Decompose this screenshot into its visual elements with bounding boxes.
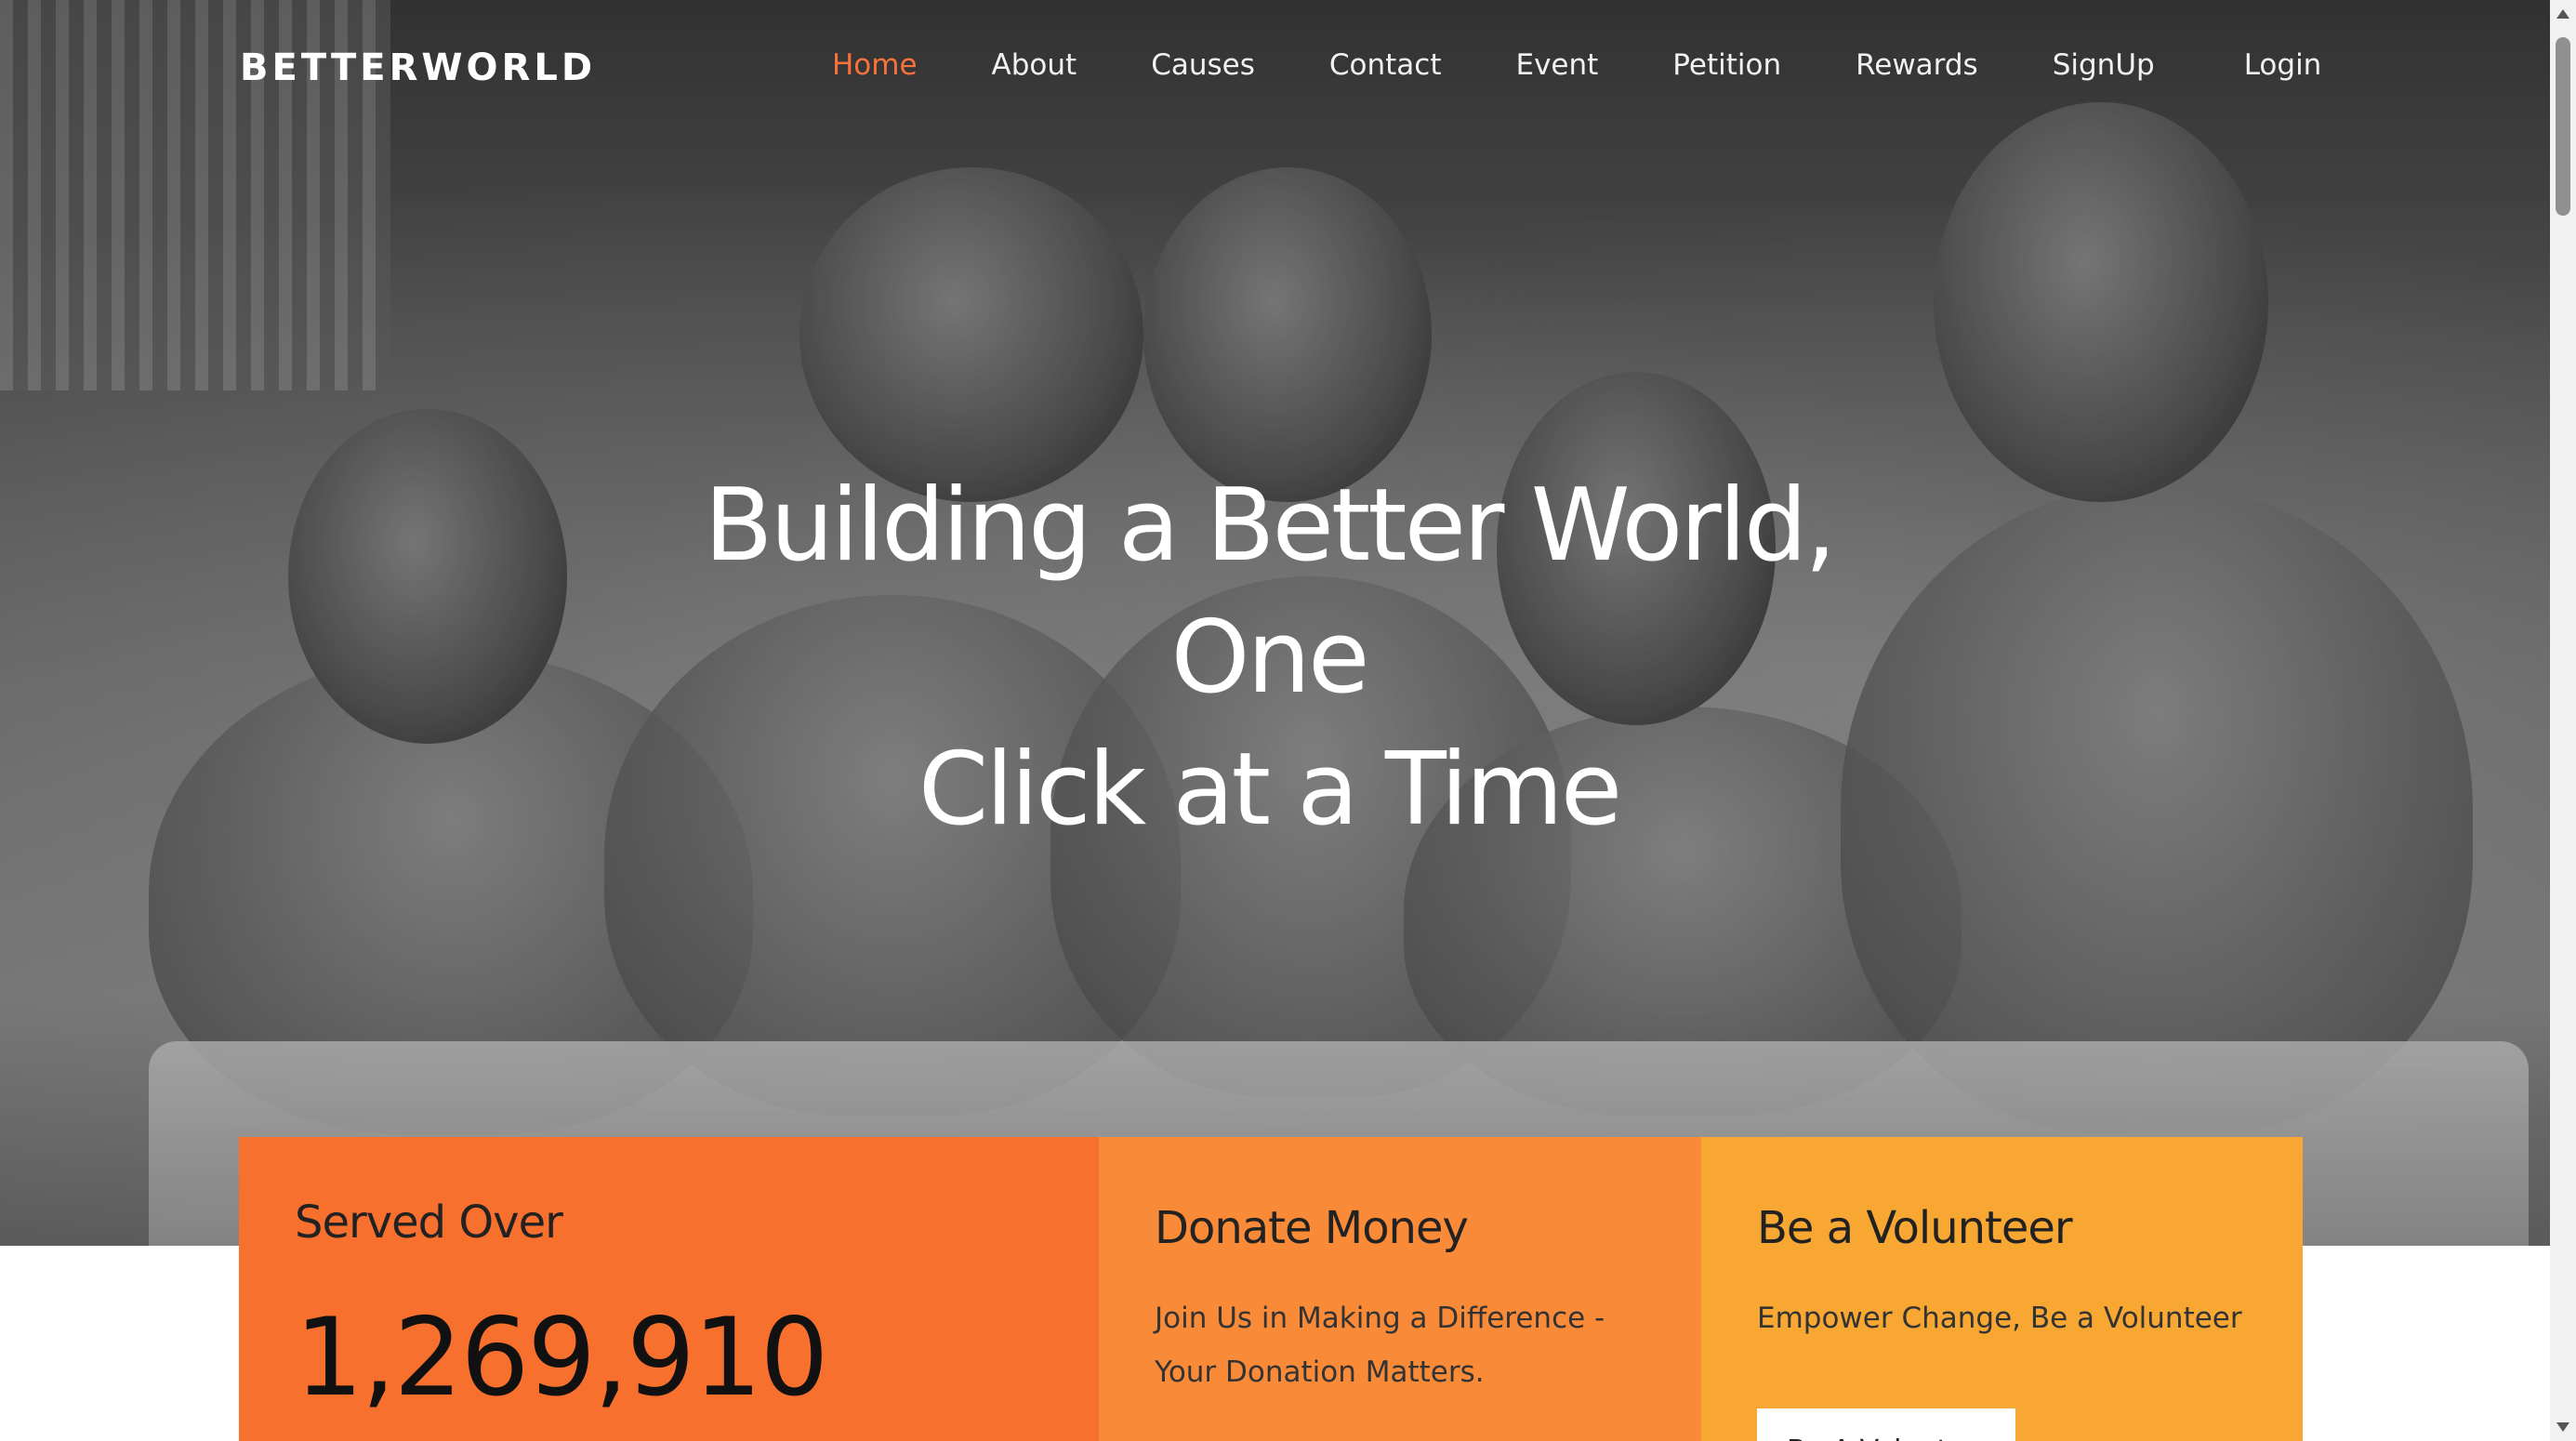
hero-title-line-1: Building a Better World, One	[704, 468, 1836, 716]
scroll-up-arrow-icon[interactable]	[2556, 9, 2569, 19]
nav-home[interactable]: Home	[832, 48, 918, 82]
nav-contact[interactable]: Contact	[1329, 48, 1442, 82]
nav-rewards[interactable]: Rewards	[1856, 48, 1978, 82]
feature-cards: Served Over 1,269,910 Donate Money Join …	[239, 1137, 2303, 1441]
hero-banner: Building a Better World, One Click at a …	[0, 0, 2550, 1246]
nav-about[interactable]: About	[992, 48, 1077, 82]
volunteer-card[interactable]: Be a Volunteer Empower Change, Be a Volu…	[1701, 1137, 2303, 1441]
nav-login[interactable]: Login	[2244, 48, 2322, 82]
home-page: Building a Better World, One Click at a …	[0, 0, 2576, 1441]
nav-causes[interactable]: Causes	[1151, 48, 1255, 82]
nav-signup[interactable]: SignUp	[2053, 48, 2155, 82]
nav-links: Home About Causes Contact Event Petition…	[832, 48, 2396, 82]
volunteer-card-text: Empower Change, Be a Volunteer	[1757, 1302, 2242, 1335]
scrollbar-thumb[interactable]	[2556, 37, 2570, 216]
served-card: Served Over 1,269,910	[239, 1137, 1099, 1441]
donate-card[interactable]: Donate Money Join Us in Making a Differe…	[1099, 1137, 1701, 1441]
hero-title-line-2: Click at a Time	[918, 732, 1622, 848]
served-counter: 1,269,910	[295, 1295, 828, 1421]
brand-logo[interactable]: BETTERWORLD	[240, 46, 596, 89]
donate-card-title: Donate Money	[1155, 1202, 1469, 1254]
be-a-volunteer-button[interactable]: Be A Volunteer	[1757, 1408, 2015, 1441]
hero-title: Building a Better World, One Click at a …	[595, 460, 1943, 856]
nav-event[interactable]: Event	[1515, 48, 1598, 82]
scroll-down-arrow-icon[interactable]	[2556, 1422, 2569, 1432]
page-scrollbar[interactable]	[2550, 0, 2576, 1441]
donate-card-text: Join Us in Making a Difference - Your Do…	[1155, 1302, 1605, 1389]
nav-petition[interactable]: Petition	[1672, 48, 1781, 82]
volunteer-card-title: Be a Volunteer	[1757, 1202, 2073, 1254]
top-navigation: BETTERWORLD Home About Causes Contact Ev…	[0, 0, 2550, 139]
served-card-title: Served Over	[295, 1196, 563, 1249]
